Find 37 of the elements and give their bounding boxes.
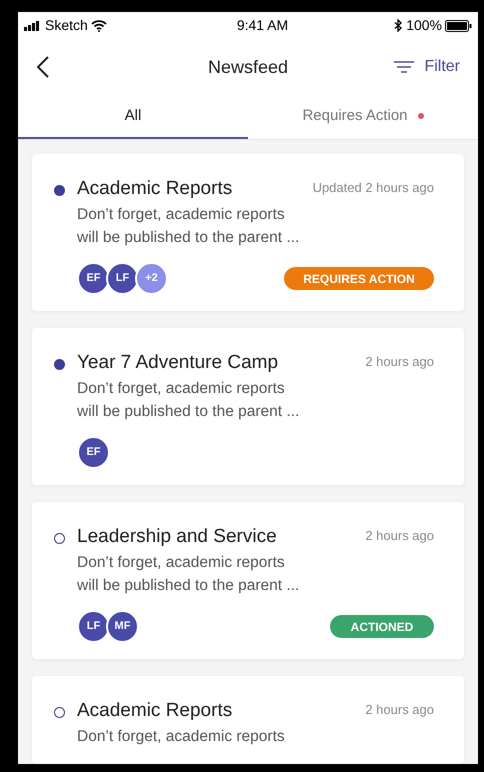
tab[interactable]: All [18, 95, 248, 139]
news-card[interactable]: Year 7 Adventure Camp 2 hours ago Don’t forget, academic reports will be published to the parent ... EF [32, 328, 464, 485]
news-card[interactable]: Leadership and Service 2 hours ago Don’t forget, academic reports will be published to the parent ... LF MF ACTIONED [32, 502, 464, 659]
carrier-name: Sketch [45, 16, 88, 36]
battery-icon [445, 20, 472, 32]
filter-button[interactable]: Filter [394, 55, 468, 80]
card-preview: Don’t forget, academic reports [77, 727, 286, 747]
status-badge: REQUIRES ACTION [284, 267, 434, 290]
avatar: EF [77, 262, 110, 295]
card-preview: Don’t forget, academic reports will be published to the parent ... [77, 553, 300, 596]
timestamp: Updated 2 hours ago [312, 179, 434, 197]
timestamp: 2 hours ago [365, 527, 434, 545]
screen-title: Newsfeed [208, 56, 288, 79]
card-title: Academic Reports [77, 177, 232, 201]
avatar: LF [106, 262, 139, 295]
avatar: EF [77, 436, 110, 469]
news-card[interactable]: Academic Reports Updated 2 hours ago Don’t forget, academic reports will be published to the parent ... EF LF +2 REQUIRES ACTION [32, 154, 464, 311]
news-card[interactable]: Academic Reports 2 hours ago Don’t forget, academic reports [32, 676, 464, 764]
chevron-left-icon [37, 56, 49, 78]
timestamp: 2 hours ago [365, 701, 434, 719]
status-badge: ACTIONED [330, 615, 434, 638]
clock-time: 9:41 AM [236, 16, 288, 36]
card-preview: Don’t forget, academic reports will be published to the parent ... [77, 379, 300, 422]
bluetooth-icon [394, 19, 404, 32]
filter-icon [394, 61, 414, 74]
card-preview: Don’t forget, academic reports will be published to the parent ... [77, 205, 300, 248]
card-title: Academic Reports [77, 699, 232, 723]
avatar: LF [77, 610, 110, 643]
avatar: +2 [135, 262, 168, 295]
card-title: Year 7 Adventure Camp [77, 351, 278, 375]
card-title: Leadership and Service [77, 525, 277, 549]
avatar: MF [106, 610, 139, 643]
signal-icon [24, 20, 42, 31]
wifi-icon [90, 20, 107, 32]
battery-percent: 100% [406, 16, 442, 36]
timestamp: 2 hours ago [365, 353, 434, 371]
tab[interactable]: Requires Action [248, 95, 478, 139]
